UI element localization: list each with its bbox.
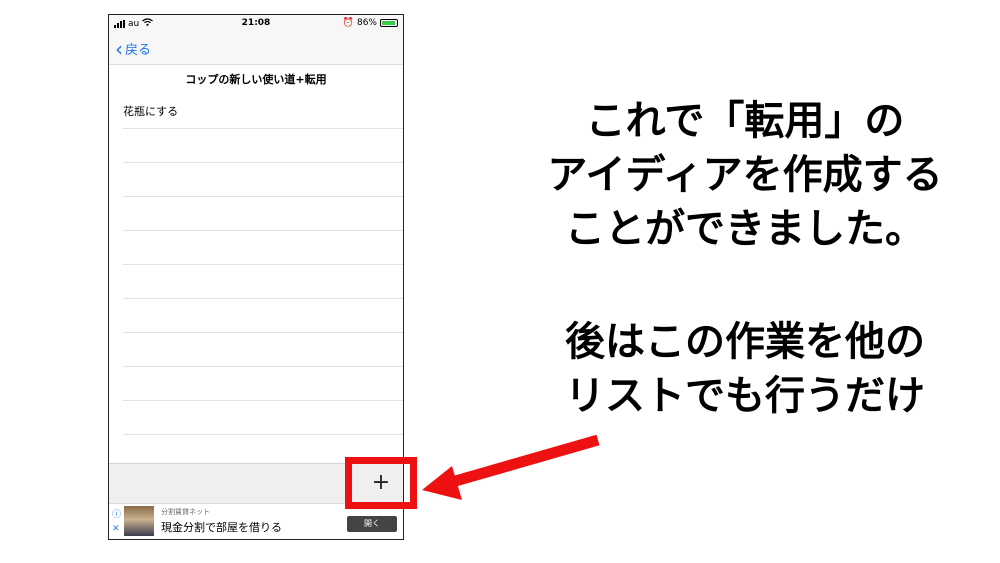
caption-1-line: これで「転用」の [585, 98, 905, 144]
caption-2-line: 後はこの作業を他の [565, 319, 925, 365]
caption-2-line: リストでも行うだけ [565, 373, 925, 419]
highlight-arrow [422, 434, 600, 500]
caption-1-line: ことができました。 [565, 206, 925, 252]
caption-1: これで「転用」の アイディアを作成する ことができました。 [490, 94, 1000, 256]
caption-1-line: アイディアを作成する [547, 152, 943, 198]
caption-2: 後はこの作業を他の リストでも行うだけ [490, 315, 1000, 423]
